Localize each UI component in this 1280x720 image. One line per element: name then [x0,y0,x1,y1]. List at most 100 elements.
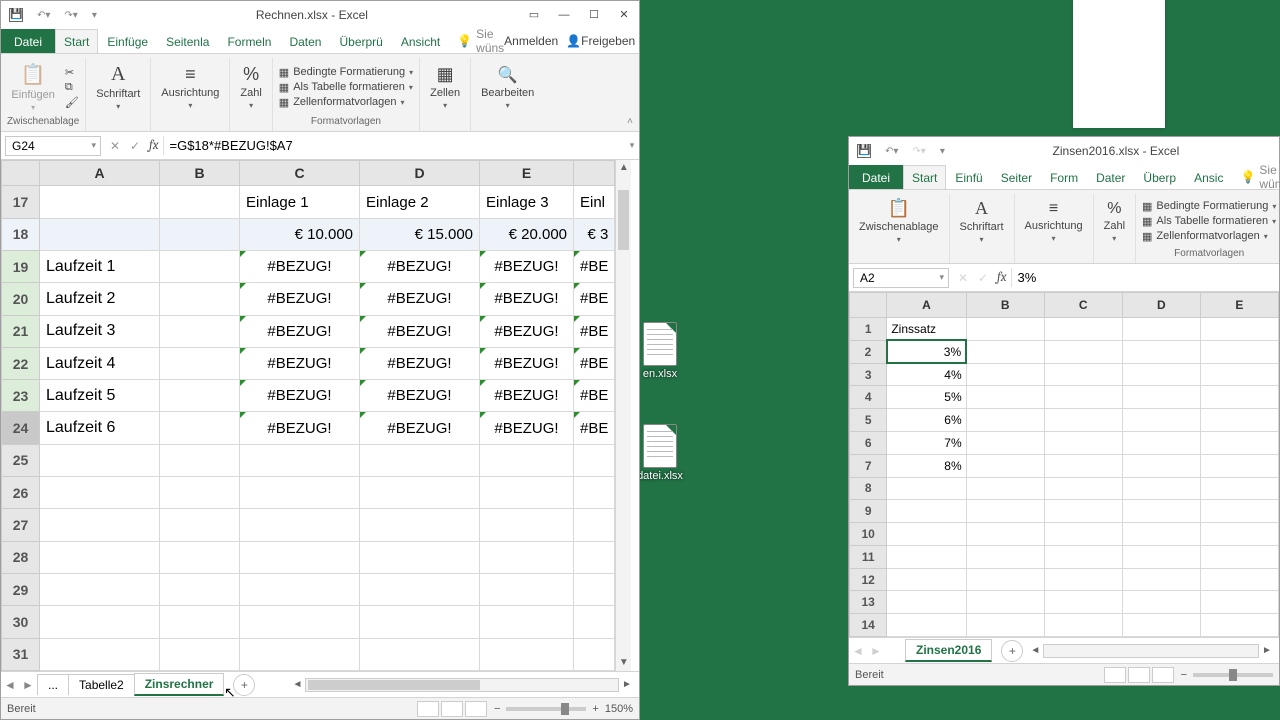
cell[interactable] [966,500,1044,523]
cell[interactable] [480,573,574,605]
cell[interactable] [360,444,480,476]
font-group[interactable]: ASchriftart▾ [956,196,1008,246]
tab-view[interactable]: Ansicht [392,29,449,53]
sheet-nav-prev[interactable]: ◄ [849,644,867,658]
cell[interactable] [160,477,240,509]
row-header[interactable]: 3 [850,363,887,386]
cell[interactable]: 4% [887,363,966,386]
cell[interactable] [1200,591,1278,614]
cell[interactable] [160,380,240,412]
cell[interactable] [480,606,574,638]
cell[interactable] [574,477,615,509]
cell[interactable] [1122,591,1200,614]
cell[interactable] [1200,523,1278,546]
cell[interactable] [160,250,240,282]
cell[interactable] [1200,545,1278,568]
row-header[interactable]: 19 [2,250,40,282]
cell[interactable] [360,606,480,638]
cell[interactable] [160,347,240,379]
row-header[interactable]: 6 [850,431,887,454]
cell[interactable]: #BE [574,283,615,315]
cell[interactable]: € 3 [574,218,615,250]
cell[interactable]: € 15.000 [360,218,480,250]
tab-file[interactable]: Datei [1,29,55,53]
tab-page-layout[interactable]: Seitenla [157,29,218,53]
cell[interactable] [1122,340,1200,363]
row-header[interactable]: 1 [850,318,887,341]
row-header[interactable]: 18 [2,218,40,250]
cells-group[interactable]: ▦Zellen▾ [426,62,464,112]
cell[interactable] [240,573,360,605]
cell[interactable]: 5% [887,386,966,409]
row-header[interactable]: 28 [2,541,40,573]
row-header[interactable]: 8 [850,477,887,500]
horizontal-scrollbar[interactable]: ◄► [1027,644,1275,658]
cell[interactable]: 8% [887,454,966,477]
conditional-formatting[interactable]: ▦Bedingte Formatierung ▾ [1142,200,1276,213]
cell[interactable] [1200,363,1278,386]
add-sheet-button[interactable]: + [1001,640,1023,662]
redo-icon[interactable]: ↷▾ [912,146,925,157]
row-header[interactable]: 5 [850,409,887,432]
view-page-layout-icon[interactable] [1128,667,1150,683]
cell[interactable] [1122,523,1200,546]
row-header[interactable]: 2 [850,340,887,363]
cell[interactable] [40,186,160,218]
qat-customize-icon[interactable]: ▾ [940,146,945,157]
share[interactable]: 👤 Freigeben [566,29,635,53]
cell[interactable]: #BE [574,380,615,412]
cancel-icon[interactable]: ✕ [953,271,973,285]
tab-data[interactable]: Daten [280,29,330,53]
cell[interactable]: #BEZUG! [360,315,480,347]
row-header[interactable]: 23 [2,380,40,412]
tab-view[interactable]: Ansic [1185,165,1232,189]
cell[interactable] [1044,591,1122,614]
row-header[interactable]: 13 [850,591,887,614]
cell[interactable] [1122,363,1200,386]
cell[interactable] [887,523,966,546]
cell[interactable] [966,545,1044,568]
cell[interactable] [887,591,966,614]
cell[interactable]: Laufzeit 3 [40,315,160,347]
cell[interactable] [40,444,160,476]
select-all[interactable] [2,161,40,186]
cell[interactable] [574,638,615,670]
cell[interactable]: #BEZUG! [480,283,574,315]
cell[interactable] [966,523,1044,546]
cell[interactable] [966,431,1044,454]
cell[interactable]: #BEZUG! [240,347,360,379]
cell[interactable] [160,573,240,605]
cell[interactable] [240,477,360,509]
cell[interactable] [1200,409,1278,432]
titlebar[interactable]: 💾 ↶▾ ↷▾ ▾ Rechnen.xlsx - Excel ▭ — ☐ ✕ [1,1,639,29]
tab-data[interactable]: Dater [1087,165,1134,189]
fx-icon[interactable]: fx [993,270,1011,285]
font-group[interactable]: ASchriftart▾ [92,61,144,113]
cell[interactable] [1200,454,1278,477]
cell[interactable]: € 20.000 [480,218,574,250]
sheet-tab[interactable]: Tabelle2 [68,674,135,695]
cell[interactable] [574,444,615,476]
cell[interactable] [160,412,240,444]
cell[interactable] [160,186,240,218]
row-header[interactable]: 24 [2,412,40,444]
view-page-break-icon[interactable] [1152,667,1174,683]
cell[interactable] [1044,363,1122,386]
cell[interactable] [160,218,240,250]
cell[interactable]: Einlage 1 [240,186,360,218]
cell[interactable] [966,614,1044,637]
cell[interactable]: #BEZUG! [480,412,574,444]
sheet-tab[interactable]: Zinsen2016 [905,639,992,662]
cell[interactable] [1044,545,1122,568]
cell[interactable]: #BEZUG! [240,283,360,315]
sheet-tab-overflow[interactable]: ... [37,674,69,695]
row-header[interactable]: 10 [850,523,887,546]
editing-group[interactable]: 🔍Bearbeiten▾ [477,63,538,112]
cell[interactable] [1044,431,1122,454]
cell[interactable] [887,500,966,523]
cell[interactable] [240,638,360,670]
zoom-slider[interactable] [506,707,586,711]
cell[interactable]: #BEZUG! [360,283,480,315]
cancel-icon[interactable]: ✕ [105,139,125,153]
cell[interactable]: #BEZUG! [480,315,574,347]
